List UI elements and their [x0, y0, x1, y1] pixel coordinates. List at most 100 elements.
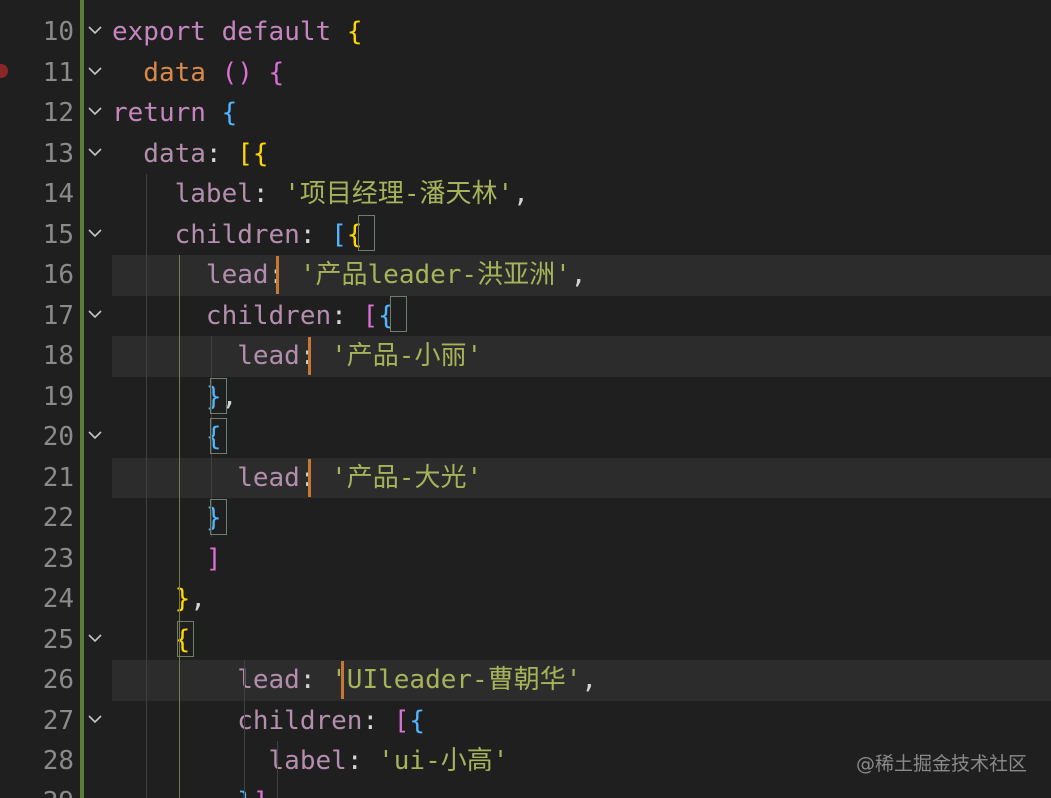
code-text[interactable]: data: [{: [112, 134, 269, 175]
code-token: children: [112, 300, 332, 331]
line-number: 16: [42, 260, 74, 290]
chevron-down-icon[interactable]: [86, 215, 104, 256]
line-number: 11: [42, 57, 74, 88]
code-text[interactable]: },: [112, 579, 206, 620]
code-text[interactable]: lead: '产品leader-洪亚洲',: [112, 255, 587, 296]
line-number: 13: [42, 138, 74, 169]
code-line[interactable]: 24 },: [0, 579, 1051, 620]
line-number: 27: [42, 705, 74, 736]
code-text[interactable]: label: 'ui-小高': [112, 741, 509, 782]
code-token: ]: [253, 787, 269, 798]
line-number: 12: [42, 98, 74, 128]
chevron-down-icon[interactable]: [86, 417, 104, 458]
code-text[interactable]: label: '项目经理-潘天林',: [112, 174, 529, 215]
code-token: children: [112, 705, 363, 736]
code-line[interactable]: 20 {: [0, 417, 1051, 458]
chevron-down-icon[interactable]: [86, 134, 104, 175]
line-number: 10: [42, 17, 74, 47]
chevron-down-icon[interactable]: [86, 53, 104, 94]
code-token: return: [112, 98, 222, 128]
code-text[interactable]: ]: [112, 539, 222, 580]
code-text[interactable]: children: [{: [112, 296, 394, 337]
line-number: 26: [42, 665, 74, 695]
code-token: lead: [112, 341, 300, 371]
code-line[interactable]: 15 children: [{: [0, 215, 1051, 256]
code-token: (): [221, 57, 269, 88]
code-line[interactable]: 17 children: [{: [0, 296, 1051, 337]
code-token: [: [393, 705, 410, 736]
line-number: 19: [42, 381, 74, 412]
text-cursor: [341, 661, 344, 699]
code-line[interactable]: 19 },: [0, 377, 1051, 418]
code-line[interactable]: 14 label: '项目经理-潘天林',: [0, 174, 1051, 215]
code-token: {: [409, 705, 426, 736]
code-line[interactable]: 22 }: [0, 498, 1051, 539]
code-token: '产品leader-洪亚洲': [299, 260, 571, 290]
code-text[interactable]: }]: [112, 782, 269, 798]
code-line[interactable]: 16 lead: '产品leader-洪亚洲',: [0, 255, 1051, 296]
code-line[interactable]: 13 data: [{: [0, 134, 1051, 175]
code-token: ,: [581, 665, 597, 695]
chevron-down-icon[interactable]: [86, 701, 104, 742]
chevron-down-icon[interactable]: [86, 12, 104, 53]
code-token: :: [299, 462, 332, 493]
code-token: :: [299, 341, 332, 371]
code-token: :: [346, 746, 379, 776]
code-text[interactable]: export default {: [112, 12, 362, 53]
code-text[interactable]: lead: '产品-小丽': [112, 336, 482, 377]
bracket-match-box: [210, 418, 227, 454]
code-token: label: [112, 746, 347, 776]
code-line[interactable]: 18 lead: '产品-小丽': [0, 336, 1051, 377]
line-number: 21: [42, 462, 74, 493]
code-token: '产品-小丽': [331, 341, 483, 371]
code-line[interactable]: 27 children: [{: [0, 701, 1051, 742]
code-line[interactable]: 25 {: [0, 620, 1051, 661]
code-line[interactable]: 11 data () {: [0, 53, 1051, 94]
code-token: ,: [190, 584, 206, 614]
indent-guide: [277, 741, 278, 798]
line-number: 20: [42, 422, 74, 452]
code-text[interactable]: data () {: [112, 53, 284, 94]
code-token: [: [331, 219, 347, 250]
chevron-down-icon[interactable]: [86, 93, 104, 134]
indent-guide: [179, 255, 180, 798]
code-text[interactable]: lead: 'UIleader-曹朝华',: [112, 660, 597, 701]
bracket-match-box: [210, 378, 227, 414]
code-token: lead: [112, 260, 269, 290]
chevron-down-icon[interactable]: [86, 620, 104, 661]
code-token: [{: [237, 138, 269, 169]
code-token: ,: [570, 260, 587, 290]
code-line[interactable]: 23 ]: [0, 539, 1051, 580]
code-line[interactable]: 12 return {: [0, 93, 1051, 134]
code-editor[interactable]: 10 export default {11 data () {12 return {…: [0, 0, 1051, 798]
code-token: {: [221, 98, 238, 128]
code-text[interactable]: children: [{: [112, 701, 425, 742]
code-line[interactable]: 10 export default {: [0, 12, 1051, 53]
chevron-down-icon[interactable]: [86, 296, 104, 337]
code-token: '项目经理-潘天林': [284, 179, 514, 209]
code-line[interactable]: 29 }]: [0, 782, 1051, 798]
line-number: 24: [42, 584, 74, 614]
code-token: {: [112, 422, 222, 452]
text-cursor: [276, 256, 279, 294]
code-text[interactable]: return {: [112, 93, 237, 134]
bracket-match-box: [210, 499, 227, 535]
code-line[interactable]: 26 lead: 'UIleader-曹朝华',: [0, 660, 1051, 701]
indent-guide: [146, 174, 147, 798]
code-text[interactable]: lead: '产品-大光': [112, 458, 482, 499]
bracket-match-box: [358, 215, 375, 251]
code-token: [: [362, 300, 379, 331]
code-text[interactable]: }: [112, 498, 222, 539]
code-token: ]: [112, 543, 222, 574]
line-number: 28: [42, 746, 74, 776]
code-token: data: [112, 57, 222, 88]
code-token: }: [112, 381, 222, 412]
code-token: '产品-大光': [331, 462, 483, 493]
line-number: 17: [42, 300, 74, 331]
code-token: 'ui-小高': [378, 746, 509, 776]
line-number: 23: [42, 543, 74, 574]
code-line[interactable]: 21 lead: '产品-大光': [0, 457, 1051, 499]
code-token: {: [346, 17, 363, 47]
code-text[interactable]: children: [{: [112, 215, 363, 256]
code-text[interactable]: {: [112, 417, 222, 458]
